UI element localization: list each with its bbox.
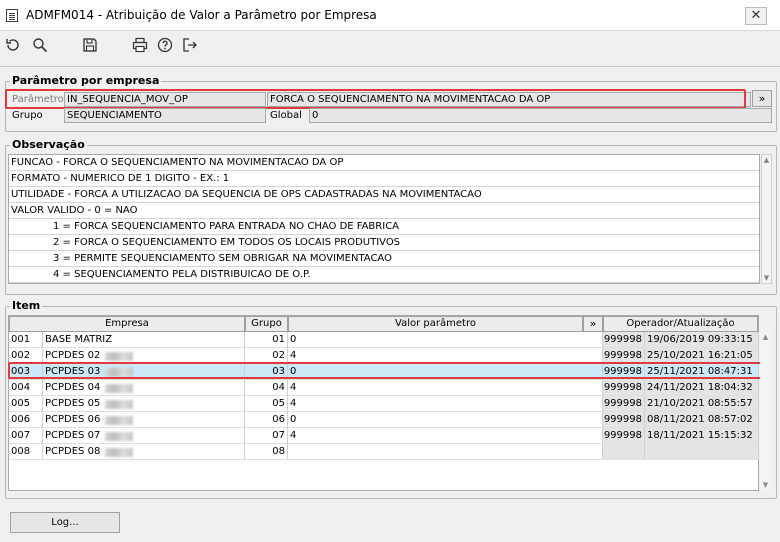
cell-operador[interactable]	[603, 444, 645, 460]
item-legend: Item	[12, 299, 41, 312]
global-field: 0	[309, 108, 772, 123]
cell-valor[interactable]: 0	[288, 332, 603, 348]
cell-operador[interactable]: 999998	[603, 396, 645, 412]
observacao-textbox[interactable]: FUNCAO - FORCA O SEQUENCIAMENTO NA MOVIM…	[8, 154, 760, 284]
param-section-legend: Parâmetro por empresa	[12, 74, 160, 87]
cell-empresa[interactable]: PCPDES 04	[43, 380, 245, 396]
cell-valor[interactable]: 0	[288, 412, 603, 428]
refresh-icon[interactable]	[3, 35, 23, 55]
title-bar: ADMFM014 - Atribuição de Valor a Parâmet…	[0, 0, 780, 31]
observacao-line: UTILIDADE - FORCA A UTILIZACAO DA SEQUEN…	[9, 187, 759, 203]
expand-button[interactable]: »	[752, 90, 772, 107]
cell-valor[interactable]: 4	[288, 396, 603, 412]
cell-codigo[interactable]: 005	[9, 396, 43, 412]
redacted-blur	[105, 352, 133, 361]
save-icon[interactable]	[80, 35, 100, 55]
cell-empresa[interactable]: PCPDES 08	[43, 444, 245, 460]
cell-empresa[interactable]: PCPDES 05	[43, 396, 245, 412]
cell-grupo[interactable]: 01	[245, 332, 288, 348]
cell-operador[interactable]: 999998	[603, 428, 645, 444]
toolbar-separator	[0, 66, 780, 67]
help-icon[interactable]	[155, 35, 175, 55]
log-button[interactable]: Log...	[10, 512, 120, 533]
window-title: ADMFM014 - Atribuição de Valor a Parâmet…	[26, 8, 377, 22]
cell-operador[interactable]: 999998	[603, 412, 645, 428]
cell-empresa[interactable]: BASE MATRIZ	[43, 332, 245, 348]
app-icon	[6, 9, 18, 22]
search-icon[interactable]	[30, 35, 50, 55]
redacted-blur	[105, 432, 133, 441]
cell-grupo[interactable]: 04	[245, 380, 288, 396]
observacao-legend: Observação	[12, 138, 85, 151]
cell-operador[interactable]: 999998	[603, 332, 645, 348]
observacao-line: 4 = SEQUENCIAMENTO PELA DISTRIBUICAO DE …	[9, 267, 759, 283]
close-button[interactable]: ✕	[745, 7, 767, 25]
grupo-label: Grupo	[12, 110, 43, 121]
cell-data[interactable]: 19/06/2019 09:33:15	[645, 332, 759, 348]
observacao-scrollbar[interactable]: ▲ ▼	[761, 154, 772, 284]
redacted-blur	[105, 416, 133, 425]
header-operador[interactable]: Operador/Atualização	[603, 316, 758, 332]
cell-codigo[interactable]: 001	[9, 332, 43, 348]
cell-data[interactable]: 18/11/2021 15:15:32	[645, 428, 759, 444]
observacao-line: FUNCAO - FORCA O SEQUENCIAMENTO NA MOVIM…	[9, 155, 759, 171]
cell-valor[interactable]: 4	[288, 428, 603, 444]
observacao-line: 2 = FORCA O SEQUENCIAMENTO EM TODOS OS L…	[9, 235, 759, 251]
observacao-line: VALOR VALIDO - 0 = NAO	[9, 203, 759, 219]
cell-data[interactable]: 24/11/2021 18:04:32	[645, 380, 759, 396]
cell-data[interactable]	[645, 444, 759, 460]
scroll-down-icon[interactable]: ▼	[762, 273, 771, 283]
header-empresa[interactable]: Empresa	[9, 316, 245, 332]
row-highlight	[8, 362, 762, 379]
cell-codigo[interactable]: 006	[9, 412, 43, 428]
cell-grupo[interactable]: 06	[245, 412, 288, 428]
exit-icon[interactable]	[180, 35, 200, 55]
cell-codigo[interactable]: 004	[9, 380, 43, 396]
header-expand-button[interactable]: »	[583, 316, 603, 332]
observacao-line: FORMATO - NUMERICO DE 1 DIGITO - EX.: 1	[9, 171, 759, 187]
parametro-highlight	[5, 89, 746, 109]
cell-grupo[interactable]: 08	[245, 444, 288, 460]
global-label: Global	[270, 110, 302, 121]
cell-grupo[interactable]: 07	[245, 428, 288, 444]
cell-grupo[interactable]: 05	[245, 396, 288, 412]
cell-empresa[interactable]: PCPDES 06	[43, 412, 245, 428]
redacted-blur	[105, 384, 133, 393]
grupo-field: SEQUENCIAMENTO	[64, 108, 266, 123]
cell-valor[interactable]: 4	[288, 380, 603, 396]
header-valor[interactable]: Valor parâmetro	[288, 316, 583, 332]
observacao-line: 1 = FORCA SEQUENCIAMENTO PARA ENTRADA NO…	[9, 219, 759, 235]
table-row[interactable]: 001 BASE MATRIZ 01 0 999998 19/06/2019 09:33:…	[9, 332, 759, 348]
cell-codigo[interactable]: 008	[9, 444, 43, 460]
redacted-blur	[105, 448, 133, 457]
redacted-blur	[105, 400, 133, 409]
cell-codigo[interactable]: 007	[9, 428, 43, 444]
header-grupo[interactable]: Grupo	[245, 316, 288, 332]
print-icon[interactable]	[130, 35, 150, 55]
cell-data[interactable]: 21/10/2021 08:55:57	[645, 396, 759, 412]
scroll-up-icon[interactable]: ▲	[760, 332, 771, 342]
cell-valor[interactable]	[288, 444, 603, 460]
scroll-down-icon[interactable]: ▼	[760, 480, 771, 490]
scroll-up-icon[interactable]: ▲	[762, 155, 771, 165]
cell-operador[interactable]: 999998	[603, 380, 645, 396]
observacao-line: 3 = PERMITE SEQUENCIAMENTO SEM OBRIGAR N…	[9, 251, 759, 267]
item-scrollbar[interactable]: ▲ ▼	[760, 332, 771, 490]
cell-empresa[interactable]: PCPDES 07	[43, 428, 245, 444]
cell-data[interactable]: 08/11/2021 08:57:02	[645, 412, 759, 428]
